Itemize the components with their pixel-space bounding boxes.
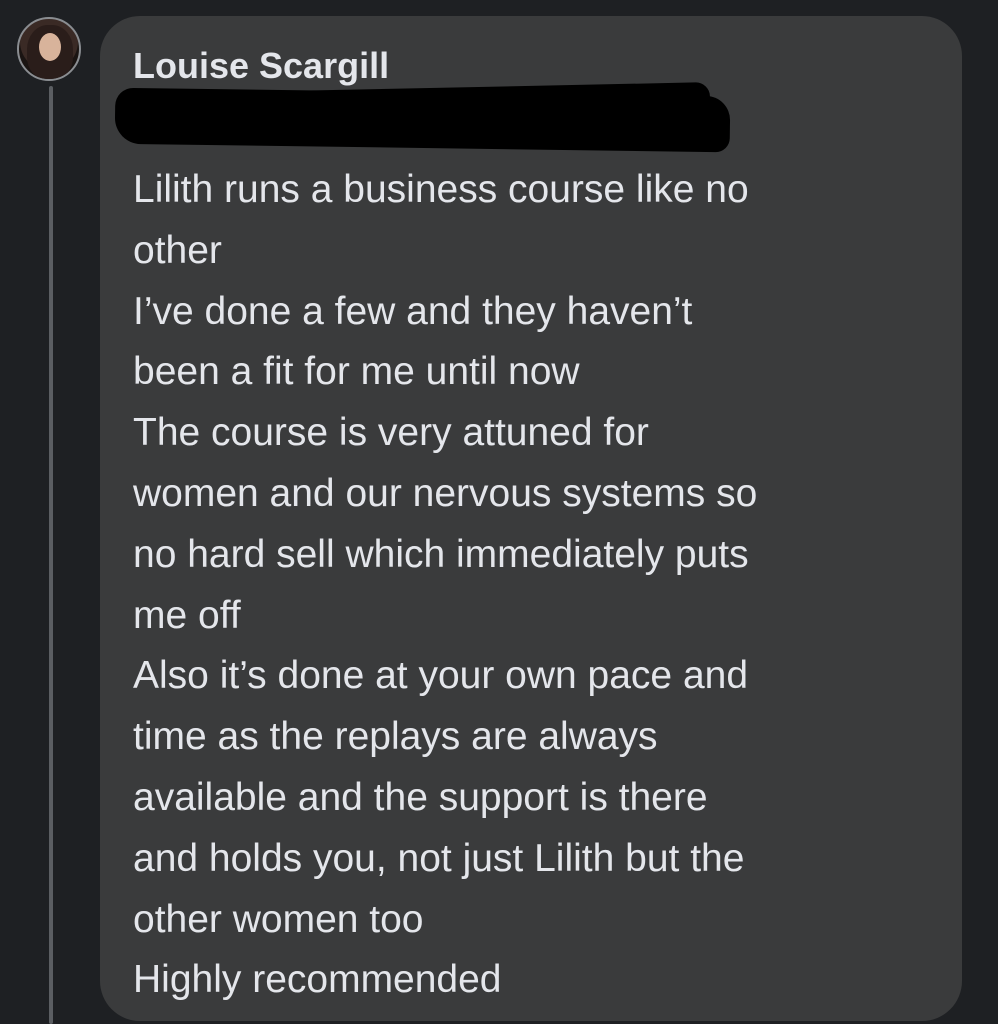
comment-line: Highly recommended	[133, 958, 502, 1002]
avatar[interactable]	[17, 17, 81, 81]
comment-line: me off	[133, 593, 241, 637]
comment-line: available and the support is there	[133, 775, 708, 819]
avatar-face	[39, 33, 61, 61]
comment-line: other	[133, 228, 222, 272]
comment-line: time as the replays are always	[133, 715, 658, 759]
comment-body: Lilith runs a business course like no ot…	[133, 160, 943, 1011]
comment-thread: Louise Scargill Lilith runs a business c…	[0, 0, 998, 1024]
comment-line: Lilith runs a business course like no	[133, 168, 749, 211]
comment-line: been a fit for me until now	[133, 350, 580, 394]
comment-line: The course is very attuned for	[133, 411, 649, 455]
comment-line: women and our nervous systems so	[133, 471, 758, 515]
comment-line: and holds you, not just Lilith but the	[133, 836, 745, 880]
comment-line: Also it’s done at your own pace and	[133, 654, 749, 698]
thread-connector-line	[49, 86, 53, 1024]
comment-line: I’ve done a few and they haven’t	[133, 289, 693, 333]
comment-line: no hard sell which immediately puts	[133, 532, 749, 576]
comment-author-name[interactable]: Louise Scargill	[133, 40, 389, 92]
comment-line: other women too	[133, 897, 424, 941]
